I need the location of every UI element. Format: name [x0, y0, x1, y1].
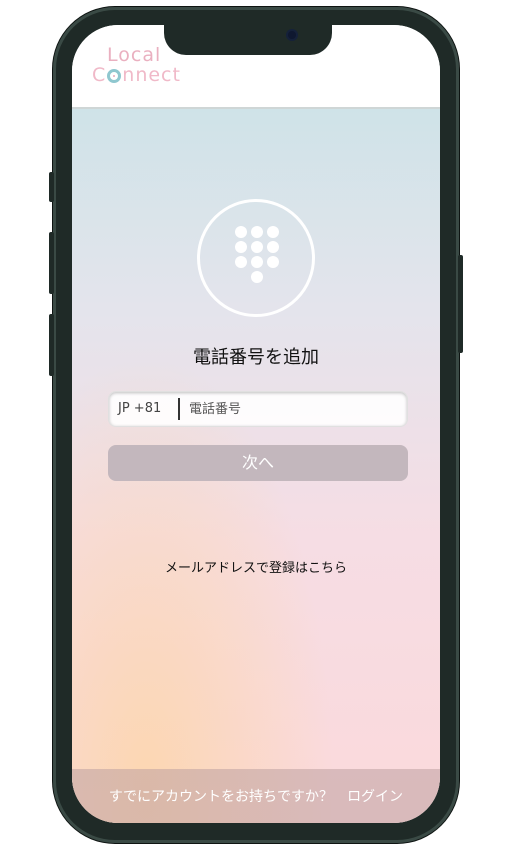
phone-number-field[interactable]: JP +81 [108, 391, 408, 427]
location-pin-icon [107, 69, 122, 83]
phone-notch [164, 25, 332, 55]
dialpad-dot [251, 256, 263, 268]
front-camera-icon [288, 31, 296, 39]
email-signup-link[interactable]: メールアドレスで登録はこちら [72, 557, 440, 576]
dialpad-dot [235, 256, 247, 268]
phone-power-button [458, 255, 463, 353]
logo-line-1: Local [107, 44, 162, 66]
dialpad-dot [251, 271, 263, 283]
phone-volume-up-button [49, 232, 54, 294]
dialpad-dot [235, 226, 247, 238]
page-title: 電話番号を追加 [193, 347, 319, 368]
phone-volume-down-button [49, 314, 54, 376]
field-divider [178, 398, 180, 420]
logo-letter-c: C [92, 64, 107, 86]
phone-side-button [49, 172, 54, 202]
country-code-selector[interactable]: JP +81 [118, 401, 161, 416]
logo-line-2: Cnnect [92, 65, 181, 85]
login-footer: すでにアカウントをお持ちですか？ ログイン [72, 769, 440, 823]
next-button[interactable]: 次へ [108, 445, 408, 481]
dialpad-dot [235, 241, 247, 253]
login-link[interactable]: ログイン [347, 789, 403, 805]
dialpad-dot [267, 226, 279, 238]
dialpad-icon [197, 199, 315, 317]
app-header: Local Cnnect [72, 25, 440, 109]
dialpad-dot [251, 241, 263, 253]
app-screen: Local Cnnect 電話番号を追加 JP +81 次へ メールアドレスで登… [72, 25, 440, 823]
dialpad-dot [267, 241, 279, 253]
main-content: 電話番号を追加 JP +81 次へ メールアドレスで登録はこちら すでにアカウン… [72, 109, 440, 823]
local-connect-logo: Local Cnnect [92, 45, 181, 85]
phone-number-input[interactable] [189, 397, 399, 421]
dialpad-dot [251, 226, 263, 238]
dialpad-dot [267, 256, 279, 268]
logo-line-2-rest: nnect [122, 64, 181, 86]
have-account-text: すでにアカウントをお持ちですか？ [108, 789, 334, 805]
